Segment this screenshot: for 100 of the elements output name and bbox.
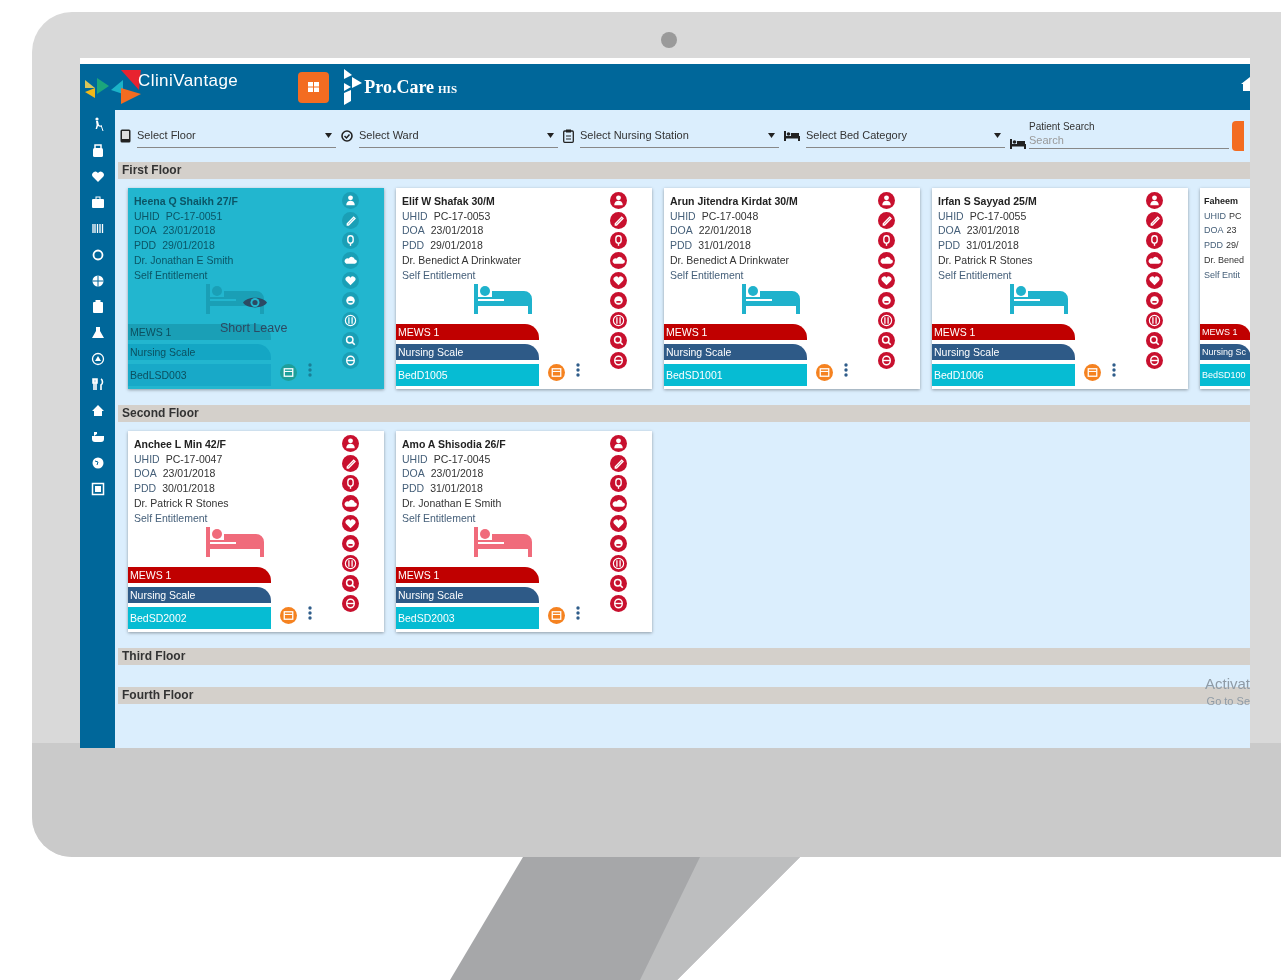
patient-card[interactable]: Irfan S Sayyad 25/M UHID PC-17-0055 DOA 23/01/2018 PDD 31/01/2018 Dr. Patrick R Stones Self Entitlement MEWS 1 Nursing Scale BedD1006 xyxy=(932,188,1188,389)
search-field[interactable]: Search xyxy=(1029,132,1229,149)
cloud-icon[interactable] xyxy=(342,252,359,269)
field-label: PDD xyxy=(402,238,425,253)
pencil-icon[interactable] xyxy=(610,455,627,472)
ambulance-icon[interactable] xyxy=(90,351,105,366)
calendar-icon[interactable] xyxy=(280,607,297,624)
cutlery-icon[interactable] xyxy=(878,312,895,329)
person-icon[interactable] xyxy=(1146,192,1163,209)
grid-icon xyxy=(308,82,320,92)
drip-icon[interactable] xyxy=(342,475,359,492)
pencil-icon[interactable] xyxy=(1146,212,1163,229)
face-icon[interactable] xyxy=(610,535,627,552)
select-field[interactable]: Select Nursing Station xyxy=(580,124,779,148)
bath-icon[interactable] xyxy=(90,429,105,444)
more-icon[interactable] xyxy=(576,363,580,377)
field-value: 23 xyxy=(1226,224,1237,238)
medkit-icon[interactable] xyxy=(90,195,105,210)
patient-card[interactable]: Heena Q Shaikh 27/F UHID PC-17-0051 DOA 23/01/2018 PDD 29/01/2018 Dr. Jonathan E Smith Self Entitlement MEWS 1 Nursing Scale BedLSD003 Short Leave xyxy=(128,188,384,389)
cutlery-icon[interactable] xyxy=(610,555,627,572)
pencil-icon[interactable] xyxy=(342,212,359,229)
patient-card[interactable]: Arun Jitendra Kirdat 30/M UHID PC-17-0048 DOA 22/01/2018 PDD 31/01/2018 Dr. Benedict A Drinkwater Self Entitlement MEWS 1 Nursing Scale BedSD1001 xyxy=(664,188,920,389)
select-field[interactable]: Select Ward xyxy=(359,124,558,148)
drip-icon[interactable] xyxy=(1146,232,1163,249)
cloud-icon[interactable] xyxy=(610,495,627,512)
drip-icon[interactable] xyxy=(878,232,895,249)
heart-icon[interactable] xyxy=(90,169,105,184)
calendar-icon[interactable] xyxy=(280,364,297,381)
search-icon[interactable] xyxy=(610,575,627,592)
bag-icon[interactable] xyxy=(90,143,105,158)
cutlery-icon[interactable] xyxy=(342,555,359,572)
clipboard-icon[interactable] xyxy=(90,299,105,314)
barcode-icon[interactable] xyxy=(90,221,105,236)
cloud-icon[interactable] xyxy=(610,252,627,269)
field-label: PDD xyxy=(402,481,425,496)
frame-icon[interactable] xyxy=(90,481,105,496)
face-icon[interactable] xyxy=(610,292,627,309)
more-icon[interactable] xyxy=(1112,363,1116,377)
search-icon[interactable] xyxy=(342,575,359,592)
field-value: 30/01/2018 xyxy=(162,481,215,496)
cloud-icon[interactable] xyxy=(878,252,895,269)
earth-icon[interactable] xyxy=(90,455,105,470)
face-icon[interactable] xyxy=(342,292,359,309)
calendar-icon[interactable] xyxy=(816,364,833,381)
person-icon[interactable] xyxy=(878,192,895,209)
home-icon[interactable] xyxy=(1241,77,1250,91)
more-icon[interactable] xyxy=(308,606,312,620)
search-icon[interactable] xyxy=(878,332,895,349)
search-icon[interactable] xyxy=(342,332,359,349)
cutlery-icon[interactable] xyxy=(342,312,359,329)
field-label: PDD xyxy=(1204,239,1223,253)
pill-icon[interactable] xyxy=(610,352,627,369)
mews-bar: MEWS 1 xyxy=(396,567,539,583)
cutlery-icon[interactable] xyxy=(90,377,105,392)
field-value: 23/01/2018 xyxy=(430,466,484,482)
cloud-icon[interactable] xyxy=(1146,252,1163,269)
apps-button[interactable] xyxy=(298,71,330,103)
field-label: PDD xyxy=(670,238,693,253)
person-icon[interactable] xyxy=(610,435,627,452)
pencil-icon[interactable] xyxy=(610,212,627,229)
pencil-icon[interactable] xyxy=(342,455,359,472)
more-icon[interactable] xyxy=(844,363,848,377)
pencil-icon[interactable] xyxy=(878,212,895,229)
flask-icon[interactable] xyxy=(90,325,105,340)
field-label: UHID xyxy=(134,208,160,224)
globe-icon[interactable] xyxy=(90,273,105,288)
calendar-icon[interactable] xyxy=(548,607,565,624)
drip-icon[interactable] xyxy=(342,232,359,249)
patient-card[interactable]: Amo A Shisodia 26/F UHID PC-17-0045 DOA 23/01/2018 PDD 31/01/2018 Dr. Jonathan E Smith Self Entitlement MEWS 1 Nursing Scale BedSD2003 xyxy=(396,431,652,632)
more-icon[interactable] xyxy=(576,606,580,620)
pill-icon[interactable] xyxy=(342,595,359,612)
patient-card[interactable]: Anchee L Min 42/F UHID PC-17-0047 DOA 23/01/2018 PDD 30/01/2018 Dr. Patrick R Stones Self Entitlement MEWS 1 Nursing Scale BedSD2002 xyxy=(128,431,384,632)
pill-icon[interactable] xyxy=(878,352,895,369)
face-icon[interactable] xyxy=(878,292,895,309)
field-value: 29/01/2018 xyxy=(430,238,483,253)
circle-icon[interactable] xyxy=(90,247,105,262)
patient-card[interactable]: Faheem UHID PC DOA 23 PDD 29/ Dr. Bened Self Entit MEWS 1 Nursing Sc BedSD100 xyxy=(1200,188,1250,389)
search-icon[interactable] xyxy=(610,332,627,349)
cutlery-icon[interactable] xyxy=(610,312,627,329)
short-leave-label: Short Leave xyxy=(220,320,288,337)
pill-icon[interactable] xyxy=(342,352,359,369)
person-icon[interactable] xyxy=(610,192,627,209)
cloud-icon[interactable] xyxy=(342,495,359,512)
field-label: UHID xyxy=(402,208,428,224)
pill-icon[interactable] xyxy=(1146,352,1163,369)
select-field[interactable]: Select Bed Category xyxy=(806,124,1005,148)
cutlery-icon[interactable] xyxy=(1146,312,1163,329)
home-icon[interactable] xyxy=(90,403,105,418)
pill-icon[interactable] xyxy=(610,595,627,612)
drip-icon[interactable] xyxy=(610,232,627,249)
drip-icon[interactable] xyxy=(610,475,627,492)
calendar-icon[interactable] xyxy=(548,364,565,381)
patient-card[interactable]: Elif W Shafak 30/M UHID PC-17-0053 DOA 23/01/2018 PDD 29/01/2018 Dr. Benedict A Drinkwater Self Entitlement MEWS 1 Nursing Scale BedD1005 xyxy=(396,188,652,389)
face-icon[interactable] xyxy=(342,535,359,552)
person-icon[interactable] xyxy=(342,435,359,452)
calendar-icon[interactable] xyxy=(1084,364,1101,381)
person-icon[interactable] xyxy=(342,192,359,209)
select-field[interactable]: Select Floor xyxy=(137,124,336,148)
search-icon[interactable] xyxy=(1146,332,1163,349)
face-icon[interactable] xyxy=(1146,292,1163,309)
